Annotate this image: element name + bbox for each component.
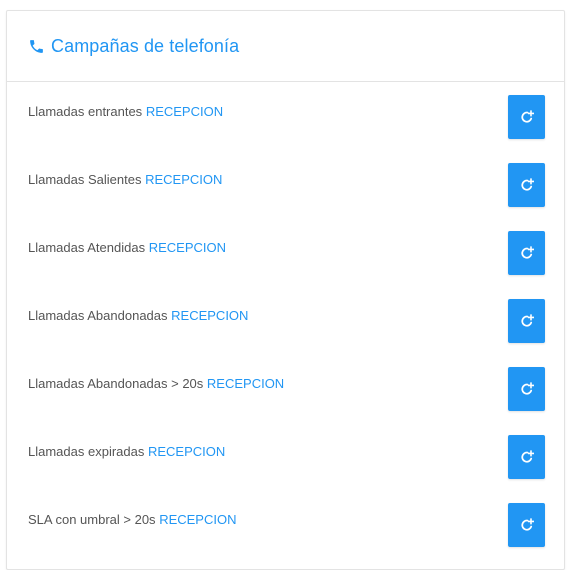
- list-item: Llamadas Atendidas RECEPCION: [7, 218, 564, 286]
- refresh-icon: [520, 178, 534, 191]
- refresh-icon: [520, 110, 534, 123]
- card-header: Campañas de telefonía: [7, 11, 564, 82]
- metric-name: Llamadas Abandonadas > 20s: [28, 376, 204, 391]
- list-item: Llamadas Salientes RECEPCION: [7, 150, 564, 218]
- refresh-button[interactable]: [508, 95, 545, 139]
- metric-name: Llamadas expiradas: [28, 444, 145, 459]
- queue-name: RECEPCION: [145, 104, 224, 119]
- list-item: Llamadas Abandonadas > 20s RECEPCION: [7, 354, 564, 422]
- refresh-button[interactable]: [508, 299, 545, 343]
- queue-name: RECEPCION: [148, 240, 227, 255]
- list-item: SLA con umbral > 20s RECEPCION: [7, 490, 564, 558]
- refresh-icon: [520, 518, 534, 531]
- refresh-icon: [520, 246, 534, 259]
- list-item: Llamadas expiradas RECEPCION: [7, 422, 564, 490]
- row-label: Llamadas entrantes RECEPCION: [28, 104, 223, 119]
- queue-name: RECEPCION: [147, 444, 226, 459]
- card-title: Campañas de telefonía: [51, 35, 240, 56]
- list-item: Llamadas Abandonadas RECEPCION: [7, 286, 564, 354]
- refresh-icon: [520, 382, 534, 395]
- queue-name: RECEPCION: [145, 172, 223, 187]
- row-label: SLA con umbral > 20s RECEPCION: [28, 512, 236, 527]
- metric-name: Llamadas Salientes: [28, 172, 142, 187]
- metric-name: Llamadas Atendidas: [28, 240, 146, 255]
- queue-name: RECEPCION: [206, 376, 285, 391]
- row-label: Llamadas expiradas RECEPCION: [28, 444, 225, 459]
- telephony-campaigns-card: Campañas de telefonía Llamadas entrantes…: [6, 10, 565, 570]
- campaign-list: Llamadas entrantes RECEPCION Llamadas Sa…: [7, 82, 564, 558]
- list-item: Llamadas entrantes RECEPCION: [7, 82, 564, 150]
- row-label: Llamadas Abandonadas RECEPCION: [28, 308, 248, 323]
- refresh-button[interactable]: [508, 503, 545, 547]
- refresh-icon: [520, 314, 534, 327]
- row-label: Llamadas Abandonadas > 20s RECEPCION: [28, 376, 284, 391]
- phone-icon: [28, 38, 45, 55]
- refresh-button[interactable]: [508, 231, 545, 275]
- metric-name: SLA con umbral > 20s: [28, 512, 156, 527]
- refresh-icon: [520, 450, 534, 463]
- row-label: Llamadas Salientes RECEPCION: [28, 172, 222, 187]
- refresh-button[interactable]: [508, 367, 545, 411]
- queue-name: RECEPCION: [171, 308, 249, 323]
- queue-name: RECEPCION: [159, 512, 237, 527]
- metric-name: Llamadas entrantes: [28, 104, 143, 119]
- row-label: Llamadas Atendidas RECEPCION: [28, 240, 226, 255]
- refresh-button[interactable]: [508, 435, 545, 479]
- metric-name: Llamadas Abandonadas: [28, 308, 168, 323]
- refresh-button[interactable]: [508, 163, 545, 207]
